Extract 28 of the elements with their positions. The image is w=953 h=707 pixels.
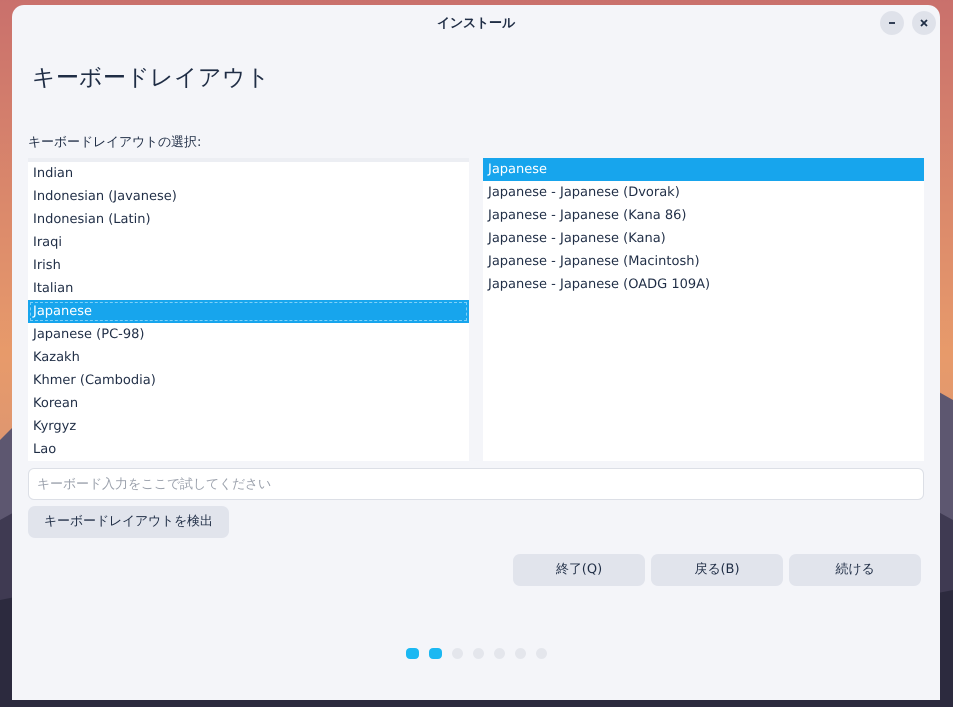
list-item[interactable]: Indian	[28, 162, 469, 186]
detect-button[interactable]: キーボードレイアウトを検出	[28, 506, 229, 538]
page-title: キーボードレイアウト	[32, 65, 271, 93]
close-icon	[919, 18, 929, 28]
minimize-button[interactable]	[880, 11, 904, 35]
list-item[interactable]: Japanese - Japanese (Kana)	[483, 227, 924, 250]
list-item[interactable]: Japanese - Japanese (Dvorak)	[483, 181, 924, 204]
list-item[interactable]: Khmer (Cambodia)	[28, 369, 469, 392]
nav-button[interactable]: 続ける	[789, 554, 921, 586]
field-label: キーボードレイアウトの選択:	[28, 134, 202, 152]
nav-button[interactable]: 終了(Q)	[513, 554, 645, 586]
list-item[interactable]: Japanese - Japanese (Kana 86)	[483, 204, 924, 228]
list-item[interactable]: Iraqi	[28, 231, 469, 254]
list-item[interactable]: Japanese - Japanese (Macintosh)	[483, 250, 924, 274]
nav-button[interactable]: 戻る(B)	[651, 554, 783, 586]
list-item[interactable]: Kyrgyz	[28, 415, 469, 438]
list-item[interactable]: Kazakh	[28, 346, 469, 370]
list-item[interactable]: Indonesian (Javanese)	[28, 185, 469, 208]
list-item[interactable]: Indonesian (Latin)	[28, 208, 469, 232]
list-item[interactable]: Lao	[28, 438, 469, 462]
list-item[interactable]: Korean	[28, 392, 469, 416]
window-title: インストール	[437, 15, 515, 34]
list-item[interactable]: Japanese - Japanese (OADG 109A)	[483, 273, 924, 296]
input-field[interactable]: キーボード入力をここで試してください	[28, 468, 924, 500]
list-item[interactable]: Japanese (PC-98)	[28, 323, 469, 346]
close-button[interactable]	[912, 11, 936, 35]
list-item[interactable]: Irish	[28, 254, 469, 278]
list-item[interactable]: Italian	[28, 277, 469, 300]
